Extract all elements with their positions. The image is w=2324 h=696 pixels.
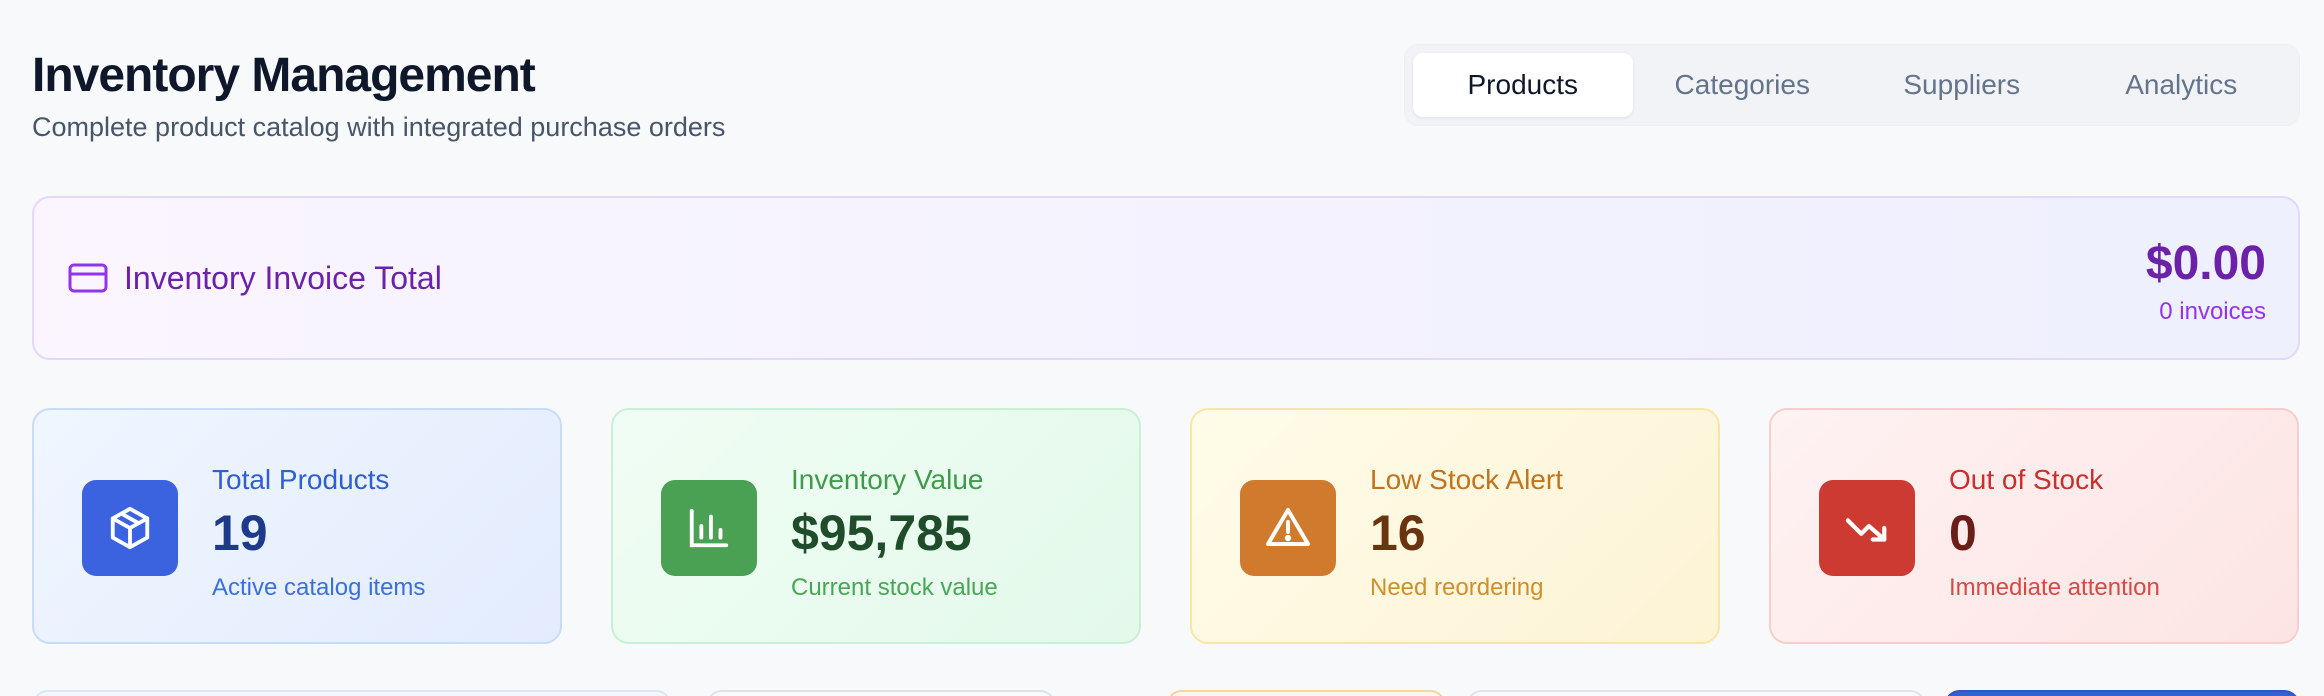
tab-categories[interactable]: Categories [1633,53,1853,117]
inventory-dashboard: Inventory Management Complete product ca… [0,0,2324,696]
lower-card-4 [1466,690,1926,696]
stat-card-inventory-value: Inventory Value $95,785 Current stock va… [611,408,1141,644]
package-icon [82,480,178,576]
lower-action-button[interactable] [1944,690,2300,696]
trending-down-icon [1819,480,1915,576]
view-tabs: Products Categories Suppliers Analytics [1404,44,2300,126]
stat-label: Total Products [212,464,390,495]
stat-label: Low Stock Alert [1370,464,1563,495]
lower-card-3 [1166,690,1446,696]
stat-value: 0 [1949,505,1977,561]
tab-products[interactable]: Products [1413,53,1633,117]
stat-description: Need reordering [1370,574,1544,601]
invoice-count: 0 invoices [2159,298,2266,325]
stat-label: Inventory Value [791,464,984,495]
page-subtitle: Complete product catalog with integrated… [32,112,726,142]
lower-card-1 [32,690,672,696]
tab-analytics[interactable]: Analytics [2072,53,2292,117]
stat-card-out-of-stock: Out of Stock 0 Immediate attention [1769,408,2299,644]
stat-value: 19 [212,505,268,561]
tab-suppliers[interactable]: Suppliers [1852,53,2072,117]
invoice-total-banner: Inventory Invoice Total $0.00 0 invoices [32,196,2300,360]
stat-description: Immediate attention [1949,574,2160,601]
invoice-total-label: Inventory Invoice Total [124,260,442,296]
alert-triangle-icon [1240,480,1336,576]
stat-value: $95,785 [791,505,972,561]
stat-description: Current stock value [791,574,998,601]
stat-card-low-stock: Low Stock Alert 16 Need reordering [1190,408,1720,644]
lower-card-2 [706,690,1056,696]
stat-card-total-products: Total Products 19 Active catalog items [32,408,562,644]
credit-card-icon [68,263,108,293]
bar-chart-icon [661,480,757,576]
stat-label: Out of Stock [1949,464,2104,495]
stat-value: 16 [1370,505,1426,561]
invoice-total-amount: $0.00 [2145,237,2266,290]
stat-description: Active catalog items [212,574,426,601]
page-title: Inventory Management [32,49,536,102]
